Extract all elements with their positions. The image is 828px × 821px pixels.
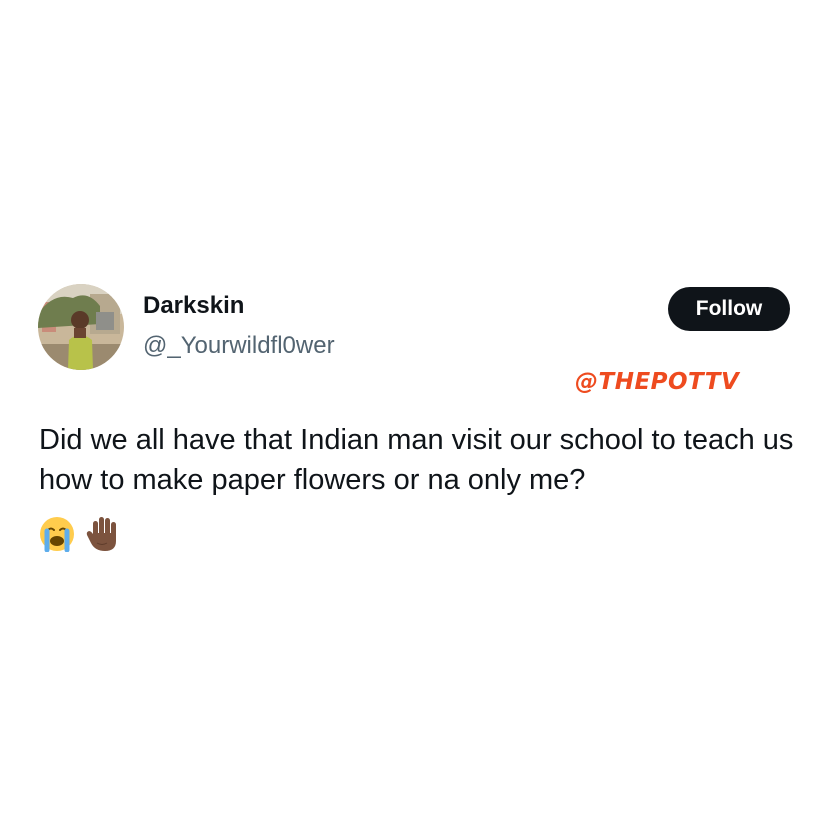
tweet-text: Did we all have that Indian man visit ou… [39,424,794,496]
tweet-card: Darkskin @_Yourwildfl0wer Follow @THEPOT… [0,0,828,821]
loudly-crying-face-icon [39,516,75,552]
raised-hand-icon [85,515,121,553]
avatar-photo [38,284,124,370]
avatar[interactable] [38,284,124,370]
follow-button[interactable]: Follow [668,287,790,331]
author-display-name[interactable]: Darkskin [143,291,244,321]
emoji-row [39,514,121,554]
watermark-text: @THEPOTTV [575,369,740,395]
author-handle[interactable]: @_Yourwildfl0wer [143,331,335,361]
